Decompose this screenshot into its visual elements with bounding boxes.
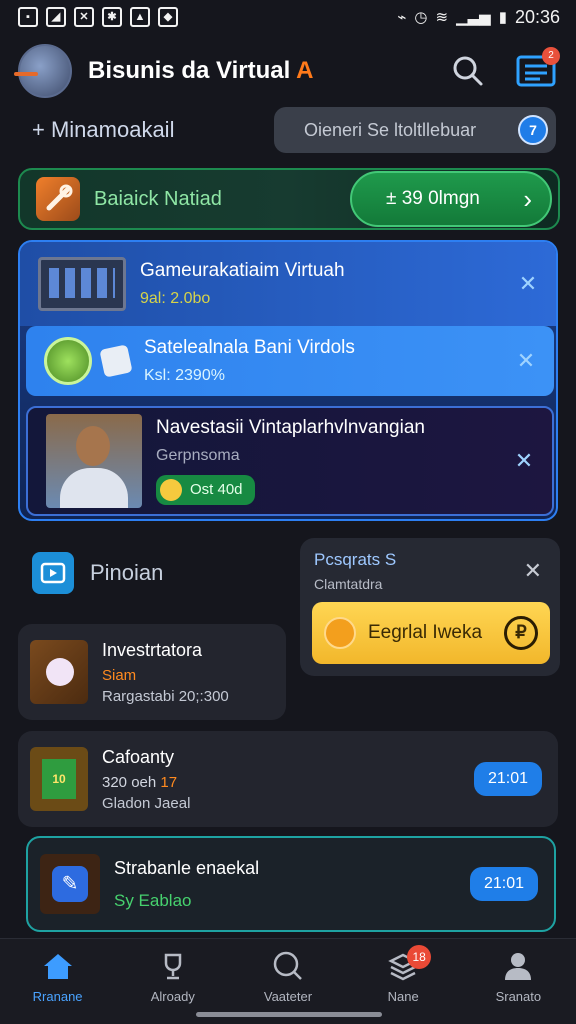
notification-badge: 2 [542,47,560,65]
alarm-icon: ◷ [414,9,428,26]
tools-icon [36,177,80,221]
reward-popup: Pcsqrats S Clamtatdra ✕ Eegrlal Iweka ₽ [300,538,560,676]
banner-cta-label: ± 39 0lmgn [386,188,480,209]
reward-pill-label: Ost 40d [190,481,243,498]
list-item-subtitle: Gerpnsoma [156,446,240,464]
clock: 20:36 [514,6,560,27]
battery-icon: ▮ [498,9,507,26]
nav-item-home[interactable]: Rranane [8,949,108,1024]
list-item-subtitle: Ksl: 2390% [144,367,225,384]
card-subtitle: 320 oeh 17 [102,774,474,791]
list-item-title: Gameurakatiaim Virtuah [140,260,345,281]
notification-icons: ▪ ◢ ✕ ✱ ▲ ◆ [18,7,178,27]
popup-title: Pcsqrats S [314,550,397,569]
chevron-right-icon: › [523,183,532,214]
nav-label: Sranato [495,989,542,1004]
monitor-thumbnail [38,257,126,311]
list-item-title: Satelealnala Bani Virdols [144,337,355,358]
featured-list: Gameurakatiaim Virtuah 9al: 2.0bo ✕ Sate… [18,240,558,521]
dice-icon [99,344,133,378]
wifi-icon: ≋ [435,9,449,26]
coin-icon [324,617,356,649]
search-placeholder: Oieneri Se ltoltllebuar [304,119,477,140]
search-input[interactable]: Oieneri Se ltoltllebuar 7 [274,107,556,153]
trophy-icon [156,949,190,983]
time-badge[interactable]: 21:01 [470,867,538,901]
card-highlight: 17 [160,773,178,791]
list-item-title: Navestasii Vintaplarhvlnvangian [156,416,425,438]
bug-icon: ✱ [102,7,122,27]
close-icon[interactable]: ✕ [512,347,540,375]
claim-reward-button[interactable]: Eegrlal Iweka ₽ [312,602,550,664]
subheader-label[interactable]: + Minamoakail [32,117,274,143]
person-photo [46,414,142,508]
photo-icon: ▪ [18,7,38,27]
promo-banner[interactable]: Baiaick Natiad ± 39 0lmgn › [18,168,560,230]
section-header: Pinoian [32,552,163,594]
vibrate-icon: ⌁ [397,9,407,26]
popup-subtitle: Clamtatdra [314,576,383,592]
reward-pill[interactable]: Ost 40d [156,474,255,505]
list-item-subtitle: 9al: 2.0bo [140,290,211,307]
close-icon[interactable]: ✕ [524,558,542,584]
puzzle-icon: ◆ [158,7,178,27]
fire-icon: ▲ [130,7,150,27]
card-title: Investrtatora [102,639,203,660]
status-bar: ▪ ◢ ✕ ✱ ▲ ◆ ⌁ ◷ ≋ ▁▃▅ ▮ 20:36 [0,0,576,34]
nav-label: Rranane [32,989,83,1004]
page-title: Bisunis da Virtual A [88,57,422,85]
nav-label: Vaateter [263,989,313,1004]
nav-badge: 18 [407,945,432,969]
card-subtitle: Sy Eablao [114,890,192,910]
app-header: Bisunis da Virtual A 2 [0,36,576,106]
close-icon[interactable]: ✕ [514,270,542,298]
title-text: Bisunis da Virtual [88,57,297,84]
block-icon: ✕ [74,7,94,27]
avatar[interactable] [14,44,72,98]
image-icon: ◢ [46,7,66,27]
hexagon-badge-icon [30,747,88,811]
list-item[interactable]: Satelealnala Bani Virdols Ksl: 2390% ✕ [26,326,554,396]
search-button[interactable] [446,49,490,93]
list-card[interactable]: Cafoanty 320 oeh 17 Gladon Jaeal 21:01 [18,731,558,827]
search-go-button[interactable]: 7 [518,115,548,145]
banner-cta-button[interactable]: ± 39 0lmgn › [350,171,552,227]
profile-icon [501,949,535,983]
time-badge[interactable]: 21:01 [474,762,542,796]
card-detail: Gladon Jaeal [102,794,191,812]
search-icon [271,949,305,983]
list-card[interactable]: Investrtatora Siam Rargastabi 20;:300 [18,624,286,720]
banner-title: Baiaick Natiad [94,187,222,210]
home-indicator[interactable] [196,1012,382,1017]
coin-icon [160,478,182,501]
card-title: Strabanle enaekal [114,857,260,878]
card-subtitle: Siam [102,666,137,684]
claim-reward-label: Eegrlal Iweka [368,622,483,643]
signal-icon: ▁▃▅ [456,9,491,26]
subheader: + Minamoakail Oieneri Se ltoltllebuar 7 [0,106,576,154]
close-icon[interactable]: ✕ [510,447,538,475]
title-accent: A [296,57,314,84]
card-detail: Rargastabi 20;:300 [102,687,229,705]
card-subtitle-text: 320 oeh [102,773,161,791]
game-thumbnail [30,640,88,704]
card-title: Cafoanty [102,746,175,767]
nav-item-profile[interactable]: Sranato [468,949,568,1024]
list-item[interactable]: Gameurakatiaim Virtuah 9al: 2.0bo ✕ [20,242,556,326]
search-icon [453,56,483,86]
section-title: Pinoian [90,560,164,585]
video-icon [32,552,74,594]
nav-label: Alroady [150,989,195,1004]
list-item[interactable]: Navestasii Vintaplarhvlnvangian Gerpnsom… [26,406,554,516]
list-card[interactable]: Strabanle enaekal Sy Eablao 21:01 [26,836,556,932]
home-icon [41,949,75,983]
currency-icon: ₽ [504,616,538,650]
chip-thumbnail [44,337,92,385]
inbox-button[interactable]: 2 [514,47,560,93]
edit-app-icon [40,854,100,914]
nav-label: Nane [387,989,419,1004]
